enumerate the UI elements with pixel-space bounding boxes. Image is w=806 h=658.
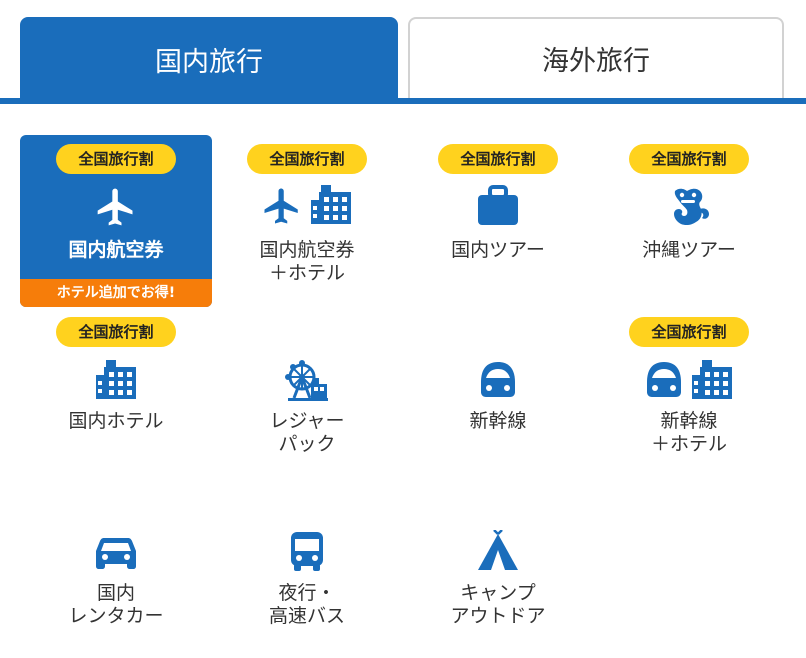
airplane-icon <box>264 188 298 224</box>
nationwide-discount-badge: 全国旅行割 <box>56 144 176 174</box>
tile-label: 新幹線 <box>469 410 527 432</box>
tile-shinkansen[interactable]: 新幹線 <box>402 308 594 480</box>
travel-tabs: 国内旅行 海外旅行 <box>0 0 806 104</box>
tile-label: 新幹線 ＋ホテル <box>650 410 727 455</box>
tile-label: 国内ツアー <box>451 239 545 261</box>
tile-label: レジャー パック <box>269 410 345 455</box>
hotel-add-promo-banner: ホテル追加でお得! <box>20 279 212 307</box>
tile-rental-car[interactable]: 国内 レンタカー <box>20 480 212 652</box>
tab-underline <box>0 98 806 104</box>
tile-label: 夜行・ 高速バス <box>268 582 345 627</box>
shisa-icon <box>674 188 709 226</box>
tile-label: 国内 レンタカー <box>68 582 164 627</box>
tab-domestic-travel[interactable]: 国内旅行 <box>20 17 398 101</box>
nationwide-discount-badge: 全国旅行割 <box>247 144 367 174</box>
tile-label: キャンプ アウトドア <box>450 582 546 627</box>
tile-camp-outdoor[interactable]: キャンプ アウトドア <box>402 480 594 652</box>
nationwide-discount-badge: 全国旅行割 <box>629 317 749 347</box>
tile-domestic-flight[interactable]: 全国旅行割 国内航空券 ホテル追加でお得! <box>20 135 212 307</box>
hotel-icon <box>692 360 732 399</box>
tile-label: 国内航空券 <box>68 239 164 261</box>
ferris-wheel-icon <box>285 360 328 401</box>
shinkansen-icon <box>647 362 681 397</box>
car-icon <box>96 538 136 569</box>
airplane-icon <box>97 188 133 226</box>
tile-highway-bus[interactable]: 夜行・ 高速バス <box>211 480 403 652</box>
bus-icon <box>291 532 323 571</box>
tab-overseas-travel[interactable]: 海外旅行 <box>408 17 784 98</box>
tile-label: 沖縄ツアー <box>642 239 736 261</box>
tile-domestic-tour[interactable]: 全国旅行割 国内ツアー <box>402 135 594 307</box>
tile-shinkansen-plus-hotel[interactable]: 全国旅行割 新幹線 ＋ホテル <box>593 308 785 480</box>
shinkansen-icon <box>481 362 515 397</box>
nationwide-discount-badge: 全国旅行割 <box>438 144 558 174</box>
tent-icon <box>478 530 518 570</box>
tile-flight-plus-hotel[interactable]: 全国旅行割 国内航空券 ＋ホテル <box>211 135 403 307</box>
nationwide-discount-badge: 全国旅行割 <box>629 144 749 174</box>
tile-okinawa-tour[interactable]: 全国旅行割 沖縄ツアー <box>593 135 785 307</box>
suitcase-icon <box>478 185 518 225</box>
tile-label: 国内航空券 ＋ホテル <box>259 239 355 284</box>
tile-leisure-pack[interactable]: レジャー パック <box>211 308 403 480</box>
hotel-icon <box>96 360 136 399</box>
hotel-icon <box>311 185 351 224</box>
nationwide-discount-badge: 全国旅行割 <box>56 317 176 347</box>
tile-label: 国内ホテル <box>68 410 164 432</box>
tile-domestic-hotel[interactable]: 全国旅行割 国内ホテル <box>20 308 212 480</box>
